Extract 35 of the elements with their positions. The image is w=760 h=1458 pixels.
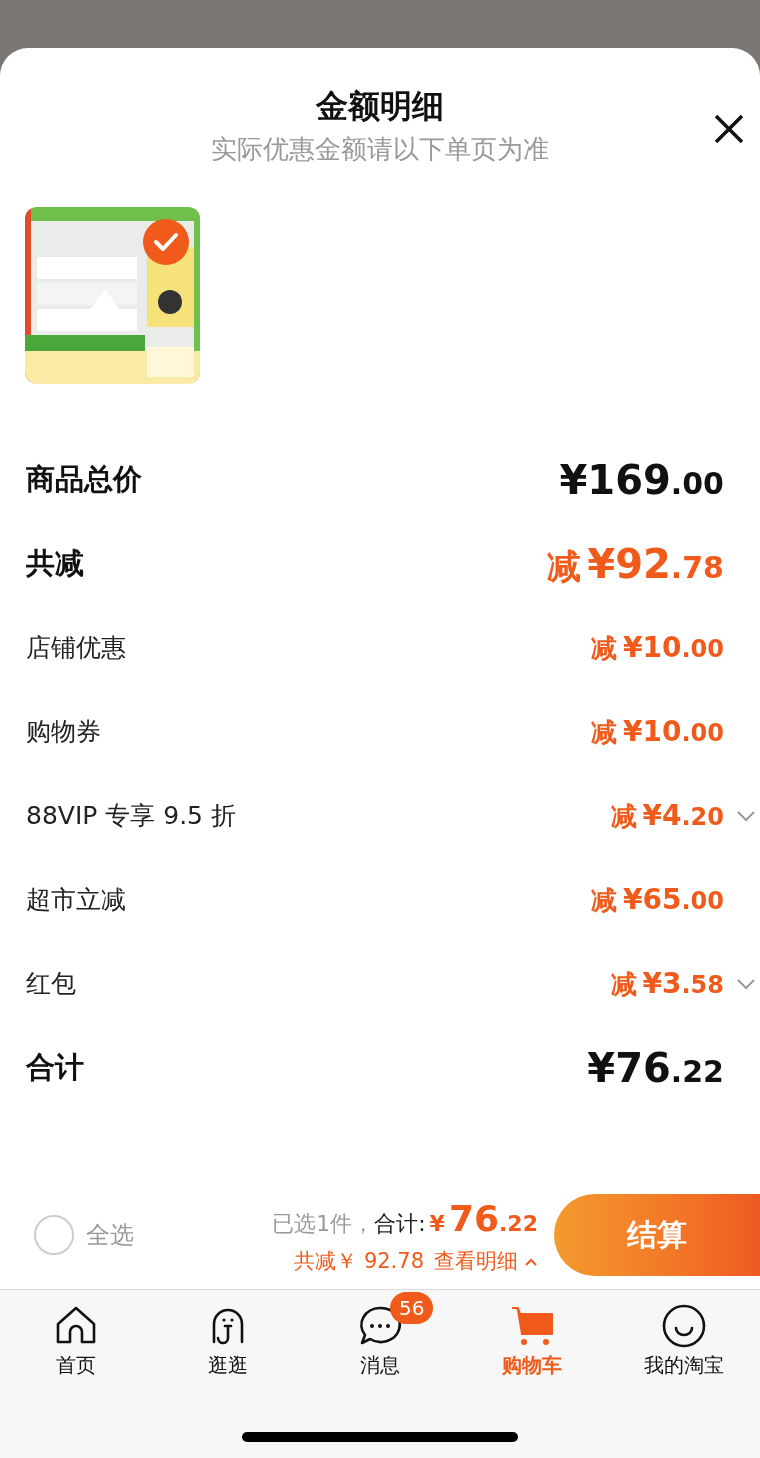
total-label: 合计: [374, 1209, 426, 1238]
smiley-icon [660, 1302, 708, 1350]
row-label: 超市立减 [26, 884, 126, 917]
row-label: 店铺优惠 [26, 632, 126, 665]
row-label: 88VIP 专享 9.5 折 [26, 800, 236, 833]
badge: 56 [390, 1292, 434, 1324]
row-amount: 减 ¥10.00 [591, 630, 724, 666]
row-amount: 减 ¥4.20 [610, 798, 724, 834]
selected-count: 已选1件， [272, 1209, 375, 1238]
tab-item[interactable]: 消息 56 [304, 1290, 456, 1380]
row-amount: 减 ¥65.00 [591, 882, 724, 918]
tab-item[interactable]: 逛逛 [152, 1290, 304, 1380]
row-label: 合计 [26, 1049, 84, 1087]
tab-item[interactable]: 首页 [0, 1290, 152, 1380]
sheet-subtitle: 实际优惠金额请以下单页为准 [211, 133, 549, 166]
checkmark-icon[interactable] [143, 219, 189, 265]
chevron-down-icon[interactable] [736, 810, 756, 822]
row-label: 共减 [26, 545, 84, 583]
total-price: ¥76.22 [428, 1196, 538, 1241]
tab-item[interactable]: 我的淘宝 [608, 1290, 760, 1380]
row-label: 红包 [26, 968, 76, 1001]
sheet-title: 金额明细 [316, 86, 444, 127]
row-amount: 减¥92.78 [547, 540, 724, 589]
close-icon[interactable] [714, 114, 744, 144]
row-label: 购物券 [26, 716, 101, 749]
saving-text: 共减￥ 92.78 [294, 1247, 424, 1275]
row-label: 商品总价 [26, 461, 142, 499]
row-amount: 减 ¥10.00 [591, 714, 724, 750]
select-all-radio[interactable] [34, 1214, 74, 1255]
row-amount: ¥76.22 [587, 1044, 724, 1093]
select-all-label: 全选 [86, 1219, 134, 1251]
row-amount: 减 ¥3.58 [610, 966, 724, 1002]
row-amount: ¥169.00 [559, 456, 724, 505]
caret-icon[interactable] [524, 1256, 538, 1267]
chevron-down-icon[interactable] [736, 978, 756, 990]
